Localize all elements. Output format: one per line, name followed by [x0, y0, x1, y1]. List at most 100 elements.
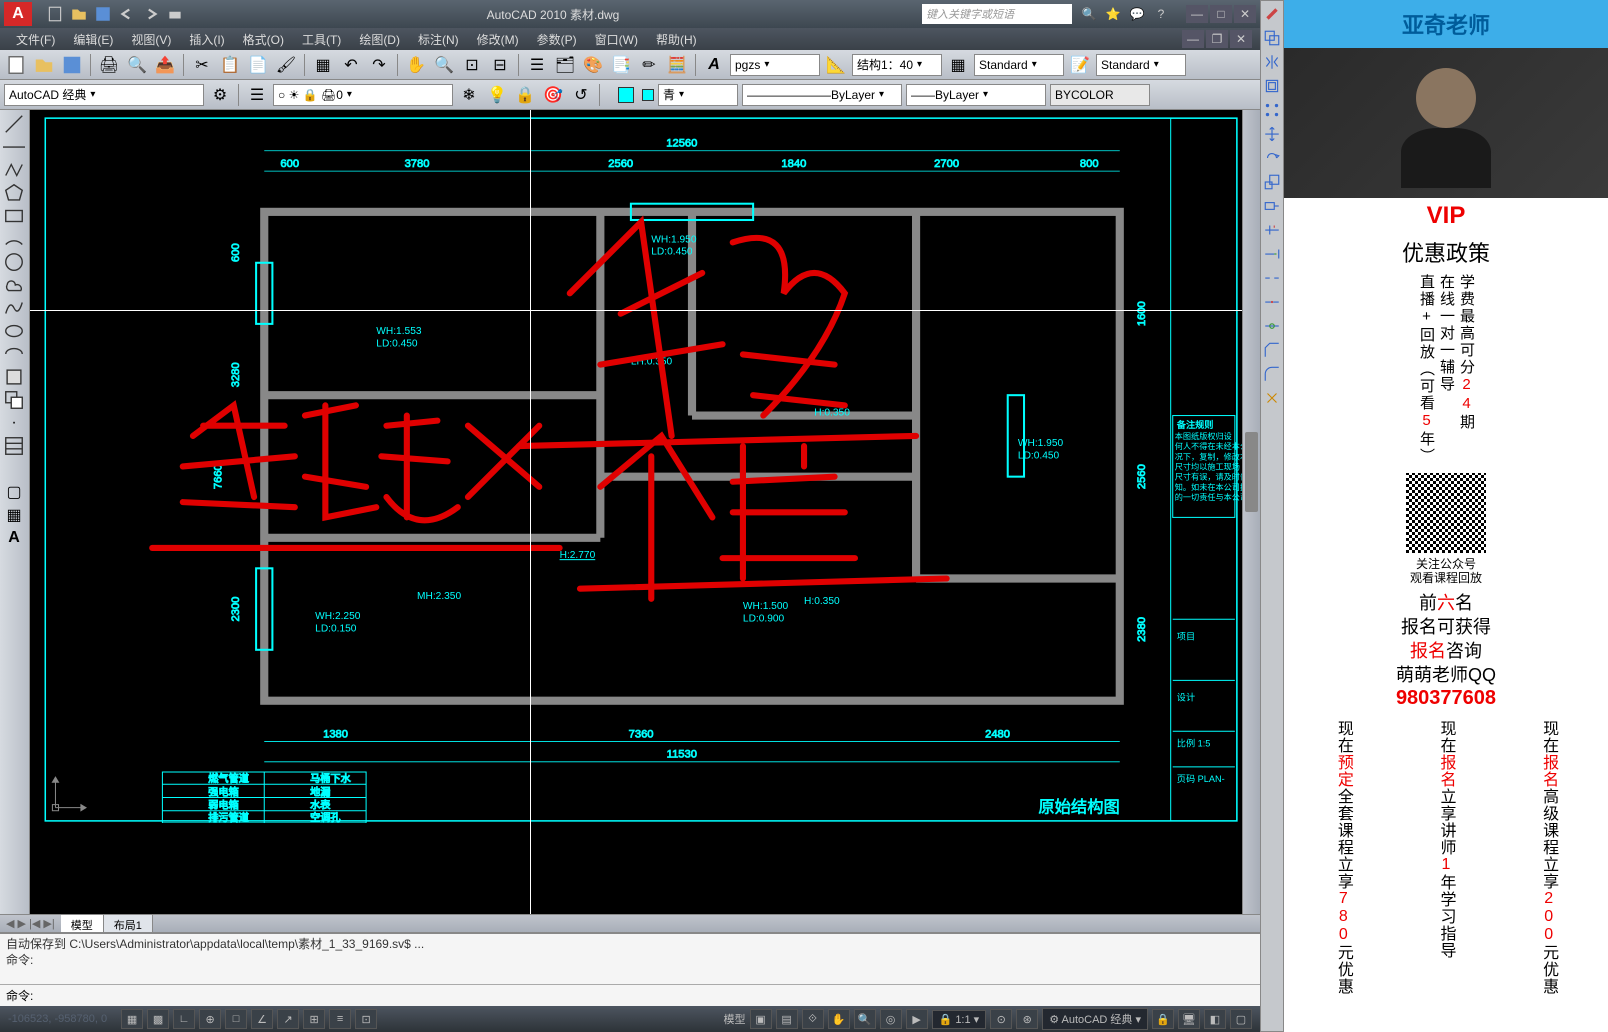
ortho-toggle[interactable]: ∟	[173, 1009, 195, 1029]
toolbar-lock-icon[interactable]: 🔒	[1152, 1009, 1174, 1029]
qp-toggle[interactable]: ⊡	[355, 1009, 377, 1029]
fillet-icon[interactable]	[1263, 365, 1281, 383]
open-file-icon[interactable]	[32, 53, 56, 77]
print-icon[interactable]	[166, 5, 184, 23]
rectangle-icon[interactable]	[2, 206, 26, 226]
save-file-icon[interactable]	[60, 53, 84, 77]
toolpalette-icon[interactable]: 🎨	[581, 53, 605, 77]
annoscale-icon[interactable]: ⟐	[802, 1009, 824, 1029]
extend-icon[interactable]	[1263, 245, 1281, 263]
help-icon[interactable]: ?	[1152, 5, 1170, 23]
match-icon[interactable]: 🖌	[274, 53, 298, 77]
isolate-icon[interactable]: ◧	[1204, 1009, 1226, 1029]
ducs-toggle[interactable]: ↗	[277, 1009, 299, 1029]
make-block-icon[interactable]	[2, 390, 26, 410]
move-icon[interactable]	[1263, 125, 1281, 143]
showmotion-icon[interactable]: ▶	[906, 1009, 928, 1029]
region-icon[interactable]: ▢	[2, 482, 26, 502]
xline-icon[interactable]	[2, 137, 26, 157]
properties-icon[interactable]: ☰	[525, 53, 549, 77]
ellipse-icon[interactable]	[2, 321, 26, 341]
polygon-icon[interactable]	[2, 183, 26, 203]
menu-tools[interactable]: 工具(T)	[294, 28, 349, 51]
dyn-toggle[interactable]: ⊞	[303, 1009, 325, 1029]
join-icon[interactable]	[1263, 317, 1281, 335]
table-style-select[interactable]: Standard	[974, 54, 1064, 76]
annoauto-icon[interactable]: ⊛	[1016, 1009, 1038, 1029]
grid-toggle[interactable]: ▩	[147, 1009, 169, 1029]
line-icon[interactable]	[2, 114, 26, 134]
command-input[interactable]	[39, 989, 1254, 1003]
table-style-icon[interactable]: ▦	[946, 53, 970, 77]
new-icon[interactable]	[46, 5, 64, 23]
workspace-gear-icon[interactable]: ⚙	[208, 83, 232, 107]
explode-icon[interactable]	[1263, 389, 1281, 407]
doc-restore-button[interactable]: ❐	[1206, 30, 1228, 48]
quickview-icon[interactable]: ▣	[750, 1009, 772, 1029]
maximize-button[interactable]: □	[1210, 5, 1232, 23]
dim-style-select[interactable]: 结构1：40	[852, 54, 942, 76]
open-icon[interactable]	[70, 5, 88, 23]
app-logo[interactable]: A	[4, 2, 32, 26]
undo-tb-icon[interactable]: ↶	[339, 53, 363, 77]
break2-icon[interactable]	[1263, 293, 1281, 311]
layer-manager-icon[interactable]: ☰	[245, 83, 269, 107]
search-go-icon[interactable]: 🔍	[1080, 5, 1098, 23]
otrack-toggle[interactable]: ∠	[251, 1009, 273, 1029]
mirror-icon[interactable]	[1263, 53, 1281, 71]
rotate-icon[interactable]	[1263, 149, 1281, 167]
break-icon[interactable]	[1263, 269, 1281, 287]
point-icon[interactable]: ·	[2, 413, 26, 433]
annovis-icon[interactable]: ⊙	[990, 1009, 1012, 1029]
mtext-icon[interactable]: A	[2, 528, 26, 548]
block-icon[interactable]: ▦	[311, 53, 335, 77]
drawing-canvas[interactable]: 12560 600 3780 2560 1840 2700 800 1380 7…	[30, 110, 1242, 914]
menu-help[interactable]: 帮助(H)	[648, 28, 705, 51]
menu-draw[interactable]: 绘图(D)	[351, 28, 408, 51]
dim-style-icon[interactable]: 📐	[824, 53, 848, 77]
hatch-icon[interactable]	[2, 436, 26, 456]
ellipse-arc-icon[interactable]	[2, 344, 26, 364]
status-workspace[interactable]: ⚙ AutoCAD 经典 ▾	[1042, 1008, 1148, 1030]
trim-icon[interactable]	[1263, 221, 1281, 239]
quickview-dwg-icon[interactable]: ▤	[776, 1009, 798, 1029]
table-icon[interactable]: ▦	[2, 505, 26, 525]
modelspace-label[interactable]: 模型	[724, 1011, 746, 1027]
linetype-select[interactable]: ——————— ByLayer	[742, 84, 902, 106]
menu-insert[interactable]: 插入(I)	[181, 28, 232, 51]
pline-icon[interactable]	[2, 160, 26, 180]
clean-screen-icon[interactable]: ▢	[1230, 1009, 1252, 1029]
mleader-style-select[interactable]: Standard	[1096, 54, 1186, 76]
help-search[interactable]: 键入关键字或短语	[922, 4, 1072, 24]
gradient-icon[interactable]	[2, 459, 26, 479]
new-file-icon[interactable]	[4, 53, 28, 77]
osnap-toggle[interactable]: □	[225, 1009, 247, 1029]
pan-status-icon[interactable]: ✋	[828, 1009, 850, 1029]
erase-icon[interactable]	[1263, 5, 1281, 23]
layer-freeze-icon[interactable]: ❄	[457, 83, 481, 107]
insert-block-icon[interactable]	[2, 367, 26, 387]
menu-parametric[interactable]: 参数(P)	[529, 28, 585, 51]
preview-icon[interactable]: 🔍	[125, 53, 149, 77]
exchange-icon[interactable]: 💬	[1128, 5, 1146, 23]
zoom-win-icon[interactable]: ⊡	[460, 53, 484, 77]
text-style-icon[interactable]: A	[702, 53, 726, 77]
hardware-icon[interactable]: 🖥	[1178, 1009, 1200, 1029]
arc-icon[interactable]	[2, 229, 26, 249]
layer-off-icon[interactable]: 💡	[485, 83, 509, 107]
spline-icon[interactable]	[2, 298, 26, 318]
redo-icon[interactable]	[142, 5, 160, 23]
chamfer-icon[interactable]	[1263, 341, 1281, 359]
pan-icon[interactable]: ✋	[404, 53, 428, 77]
calc-icon[interactable]: 🧮	[665, 53, 689, 77]
circle-icon[interactable]	[2, 252, 26, 272]
subscription-icon[interactable]: ⭐	[1104, 5, 1122, 23]
color-select[interactable]: 青	[658, 84, 738, 106]
minimize-button[interactable]: —	[1186, 5, 1208, 23]
revcloud-icon[interactable]	[2, 275, 26, 295]
zoom-status-icon[interactable]: 🔍	[854, 1009, 876, 1029]
cut-icon[interactable]: ✂	[190, 53, 214, 77]
stretch-icon[interactable]	[1263, 197, 1281, 215]
paste-icon[interactable]: 📄	[246, 53, 270, 77]
anno-scale[interactable]: 🔒 1:1 ▾	[932, 1010, 987, 1029]
